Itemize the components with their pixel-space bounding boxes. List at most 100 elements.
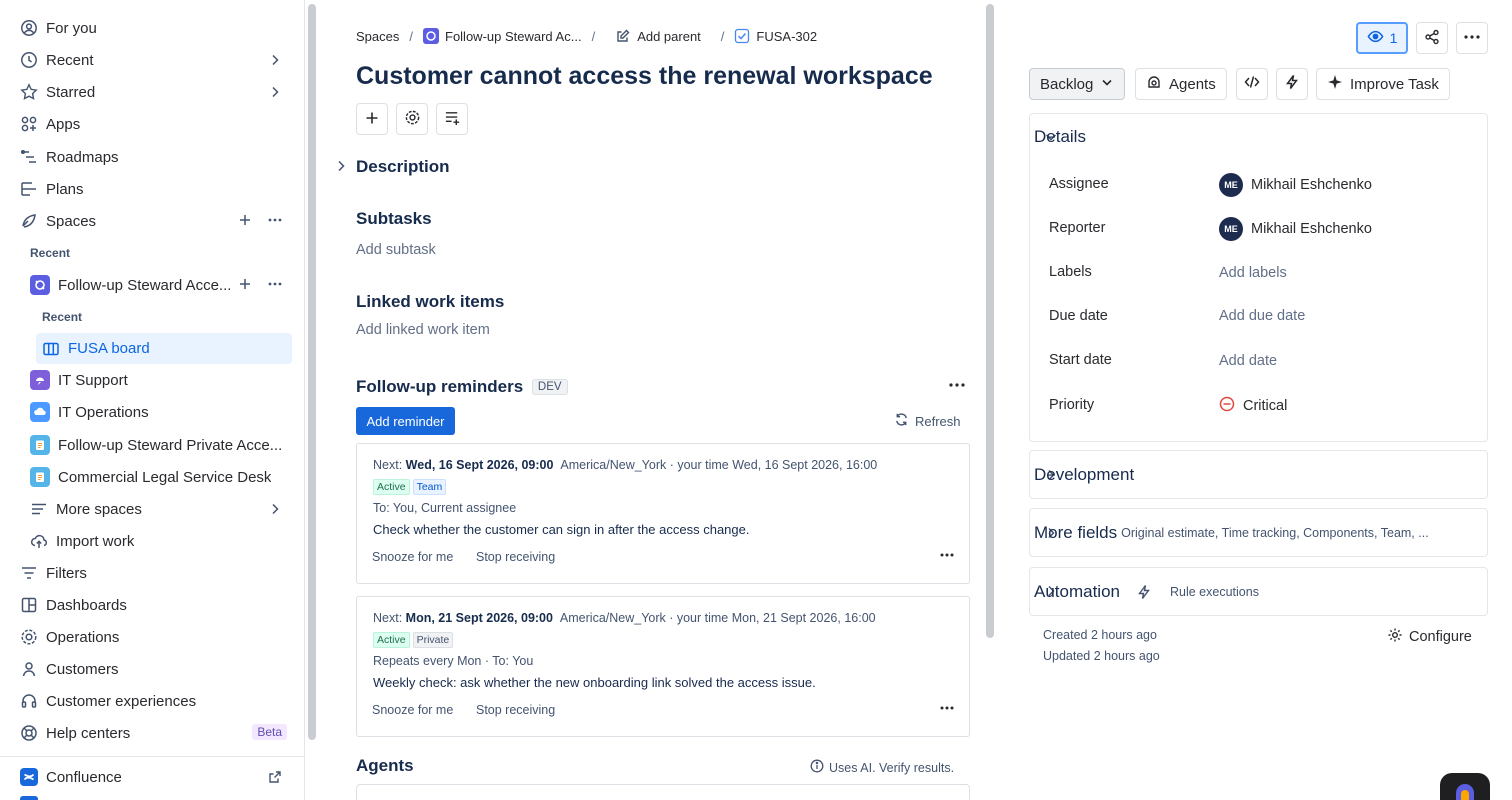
main-scrollbar[interactable] — [984, 4, 996, 638]
add-reminder-button[interactable]: Add reminder — [356, 407, 455, 435]
more-horizontal-icon[interactable] — [948, 377, 966, 398]
nav-apps[interactable]: Apps — [12, 110, 295, 138]
configure-button[interactable]: Configure — [1387, 627, 1472, 647]
more-horizontal-icon[interactable] — [939, 701, 955, 719]
nav-customers-label: Customers — [46, 660, 119, 678]
space-avatar-icon — [30, 402, 50, 422]
more-fields-hint: Original estimate, Time tracking, Compon… — [1121, 526, 1429, 540]
dev-badge: DEV — [531, 379, 568, 395]
add-linked-item-link[interactable]: Add linked work item — [356, 322, 490, 338]
reporter-label: Reporter — [1049, 220, 1106, 236]
snooze-button[interactable]: Snooze for me — [372, 550, 453, 564]
chevron-right-icon[interactable] — [267, 52, 283, 68]
nav-spaces[interactable]: Spaces — [12, 207, 295, 235]
development-heading[interactable]: Development — [1034, 465, 1134, 485]
assignee-value[interactable]: ME Mikhail Eshchenko — [1219, 173, 1372, 197]
issue-title[interactable]: Customer cannot access the renewal works… — [356, 62, 933, 91]
space-it-operations[interactable]: IT Operations — [22, 398, 295, 426]
start-date-field[interactable]: Add date — [1219, 353, 1277, 369]
priority-field[interactable]: Critical — [1219, 396, 1287, 416]
nav-dashboards[interactable]: Dashboards — [12, 591, 295, 619]
nav-plans[interactable]: Plans — [12, 175, 295, 203]
more-horizontal-icon[interactable] — [267, 276, 283, 296]
nav-more-spaces[interactable]: More spaces — [22, 495, 295, 523]
plus-icon[interactable] — [237, 276, 253, 296]
main-scroll-thumb[interactable] — [986, 4, 994, 638]
assistant-launcher-button[interactable] — [1440, 773, 1490, 800]
space-commercial-legal[interactable]: Commercial Legal Service Desk — [22, 463, 295, 491]
nav-for-you[interactable]: For you — [12, 14, 295, 42]
breadcrumb-issue-key[interactable]: FUSA-302 — [756, 29, 817, 44]
chevron-right-icon[interactable] — [267, 84, 283, 100]
stop-receiving-button[interactable]: Stop receiving — [476, 703, 555, 717]
space-follow-up-private[interactable]: Follow-up Steward Private Acce... — [22, 431, 295, 459]
chevron-right-icon[interactable] — [334, 159, 348, 173]
breadcrumb-project[interactable]: Follow-up Steward Ac... — [445, 29, 582, 44]
nav-dashboards-label: Dashboards — [46, 596, 127, 614]
start-date-label: Start date — [1049, 352, 1112, 368]
add-button[interactable] — [356, 103, 388, 135]
automation-heading[interactable]: Automation Rule executions — [1034, 582, 1259, 602]
nav-operations-label: Operations — [46, 628, 120, 646]
labels-field[interactable]: Add labels — [1219, 265, 1287, 281]
sidebar-scrollbar[interactable] — [306, 4, 318, 740]
watch-button[interactable]: 1 — [1356, 22, 1408, 54]
reminder-recipients: Repeats every Mon · To: You — [373, 654, 534, 668]
improve-task-button[interactable]: Improve Task — [1316, 68, 1450, 100]
person-icon — [20, 660, 38, 678]
chevron-right-icon[interactable] — [267, 501, 283, 517]
reporter-value[interactable]: ME Mikhail Eshchenko — [1219, 217, 1372, 241]
share-button[interactable] — [1416, 22, 1448, 54]
nav-customers[interactable]: Customers — [12, 655, 295, 683]
plus-icon[interactable] — [237, 212, 253, 232]
refresh-button[interactable]: Refresh — [894, 412, 961, 430]
nav-recent[interactable]: Recent — [12, 46, 295, 74]
reminder-card: Next: Mon, 21 Sept 2026, 09:00 America/N… — [356, 596, 970, 737]
lifebuoy-icon — [20, 724, 38, 742]
nav-help-centers[interactable]: Help centers Beta — [12, 719, 295, 747]
reminder-zone: America/New_York · your time Wed, 16 Sep… — [560, 458, 878, 472]
apps-button[interactable] — [396, 103, 428, 135]
breadcrumb-add-parent[interactable]: Add parent — [637, 29, 701, 44]
nav-filters[interactable]: Filters — [12, 559, 295, 587]
add-subtask-link[interactable]: Add subtask — [356, 242, 436, 258]
space-it-support[interactable]: IT Support — [22, 366, 295, 394]
settings-icon — [404, 109, 421, 129]
nav-operations[interactable]: Operations — [12, 623, 295, 651]
gear-icon — [1387, 627, 1403, 647]
nav-starred[interactable]: Starred — [12, 78, 295, 106]
more-actions-button[interactable] — [1456, 22, 1488, 54]
automation-button[interactable] — [1276, 68, 1308, 100]
rule-executions-link[interactable]: Rule executions — [1170, 585, 1259, 599]
nav-customer-experiences[interactable]: Customer experiences — [12, 687, 295, 715]
nav-import-work[interactable]: Import work — [22, 527, 295, 555]
clock-icon — [20, 51, 38, 69]
agents-button[interactable]: Agents — [1135, 68, 1227, 100]
filter-icon — [20, 564, 38, 582]
snooze-button[interactable]: Snooze for me — [372, 703, 453, 717]
external-link-icon[interactable] — [267, 769, 283, 785]
linked-items-heading: Linked work items — [356, 292, 505, 311]
checklist-button[interactable] — [436, 103, 468, 135]
space-follow-up-steward[interactable]: Follow-up Steward Acce... — [22, 271, 295, 299]
description-heading[interactable]: Description — [356, 157, 450, 177]
status-dropdown[interactable]: Backlog — [1029, 68, 1126, 100]
due-date-field[interactable]: Add due date — [1219, 308, 1305, 324]
more-horizontal-icon[interactable] — [267, 212, 283, 232]
nav-fusa-board[interactable]: FUSA board — [36, 333, 292, 364]
stop-receiving-button[interactable]: Stop receiving — [476, 550, 555, 564]
breadcrumb-spaces[interactable]: Spaces — [356, 29, 399, 44]
reminder-next-label: Next: — [373, 458, 403, 472]
nav-roadmaps[interactable]: Roadmaps — [12, 143, 295, 171]
sidebar-scroll-thumb[interactable] — [308, 4, 316, 740]
reminder-next-time: Wed, 16 Sept 2026, 09:00 — [405, 458, 554, 472]
reminder-tags: Active Private — [373, 632, 454, 648]
nav-filters-label: Filters — [46, 564, 87, 582]
more-fields-heading[interactable]: More fields Original estimate, Time trac… — [1034, 523, 1474, 543]
more-horizontal-icon[interactable] — [939, 548, 955, 566]
edit-icon — [615, 28, 631, 44]
code-button[interactable] — [1236, 68, 1268, 100]
details-heading[interactable]: Details — [1034, 127, 1086, 147]
breadcrumb-separator: / — [720, 28, 725, 44]
nav-confluence[interactable]: Confluence — [12, 763, 295, 791]
